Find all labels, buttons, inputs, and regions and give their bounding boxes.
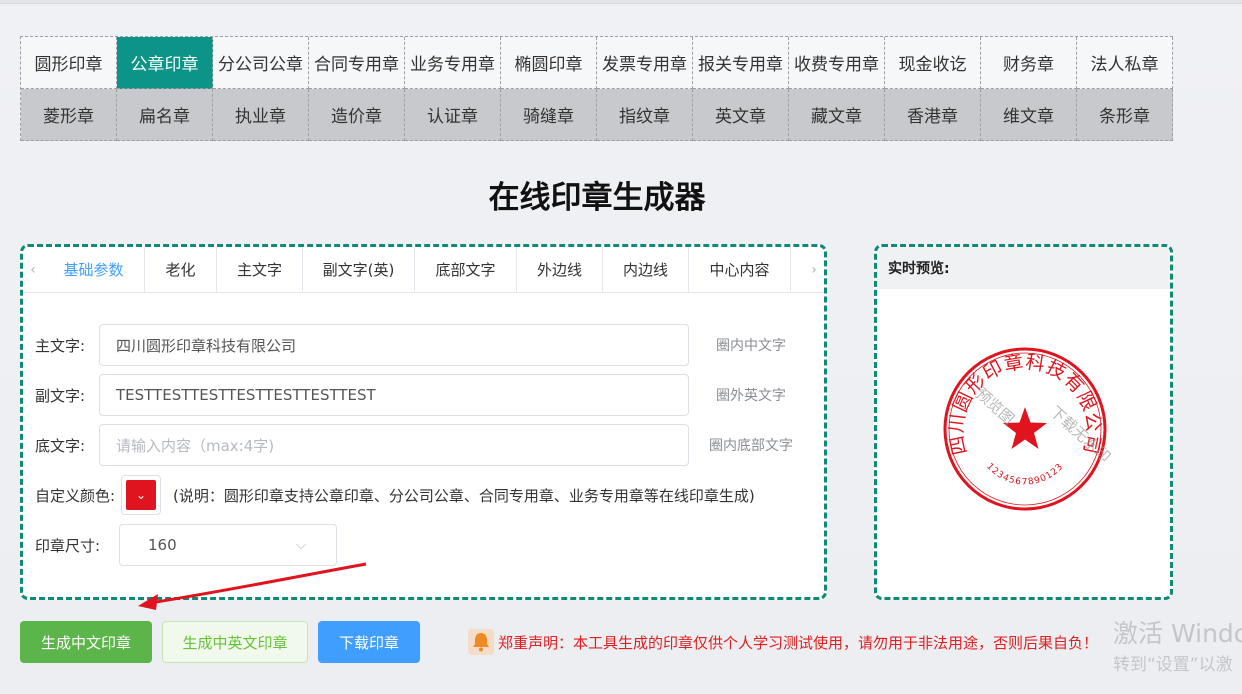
type-official-seal[interactable]: 公章印章 <box>117 37 213 89</box>
bottom-text-input[interactable]: 请输入内容（max:4字) <box>99 424 689 466</box>
download-stamp-button[interactable]: 下载印章 <box>318 621 420 663</box>
type-fingerprint-seal[interactable]: 指纹章 <box>597 89 693 141</box>
type-oval-seal[interactable]: 椭圆印章 <box>501 37 597 89</box>
preview-panel: 实时预览: 四川圆形印章科技有限公司 1234567890123 下载无水印 预… <box>874 244 1173 600</box>
color-note: (说明：圆形印章支持公章印章、分公司公章、合同专用章、业务专用章等在线印章生成) <box>173 486 755 505</box>
size-value: 160 <box>148 536 177 554</box>
disclaimer: 郑重声明：本工具生成的印章仅供个人学习测试使用，请勿用于非法用途，否则后果自负！ <box>468 628 1098 656</box>
main-text-hint: 圈内中文字 <box>716 338 786 354</box>
tab-bar: ‹ 基础参数 老化 主文字 副文字(英) 底部文字 外边线 内边线 中心内容 › <box>23 247 824 293</box>
sub-text-row: 副文字: TESTTESTTESTTESTTESTTESTTEST 圈外英文字 <box>23 374 813 416</box>
generate-chinese-stamp-button[interactable]: 生成中文印章 <box>20 621 152 663</box>
sub-text-label: 副文字: <box>35 386 86 405</box>
type-paging-seal[interactable]: 骑缝章 <box>501 89 597 141</box>
main-text-row: 主文字: 四川圆形印章科技有限公司 圈内中文字 <box>23 324 813 366</box>
type-cash-received[interactable]: 现金收讫 <box>885 37 981 89</box>
sub-text-hint: 圈外英文字 <box>716 388 786 404</box>
tab-inner-border[interactable]: 内边线 <box>603 247 689 292</box>
type-branch-seal[interactable]: 分公司公章 <box>213 37 309 89</box>
tab-outer-border[interactable]: 外边线 <box>517 247 603 292</box>
bottom-text-label: 底文字: <box>35 436 86 455</box>
tab-aging[interactable]: 老化 <box>145 247 217 292</box>
type-contract-seal[interactable]: 合同专用章 <box>309 37 405 89</box>
type-practice-seal[interactable]: 执业章 <box>213 89 309 141</box>
disclaimer-text: 郑重声明：本工具生成的印章仅供个人学习测试使用，请勿用于非法用途，否则后果自负！ <box>498 633 1099 652</box>
preview-watermark-2: 预览图 <box>972 385 1017 428</box>
type-barcode-seal[interactable]: 条形章 <box>1077 89 1173 141</box>
type-business-seal[interactable]: 业务专用章 <box>405 37 501 89</box>
stamp-type-grid: 圆形印章 公章印章 分公司公章 合同专用章 业务专用章 椭圆印章 发票专用章 报… <box>20 36 1173 141</box>
tab-main-text[interactable]: 主文字 <box>217 247 303 292</box>
bell-icon <box>468 629 494 655</box>
windows-activation-line1: 激活 Windo <box>1113 619 1242 648</box>
top-border <box>0 0 1242 4</box>
type-hongkong-seal[interactable]: 香港章 <box>885 89 981 141</box>
type-invoice-seal[interactable]: 发票专用章 <box>597 37 693 89</box>
bottom-text-hint: 圈内底部文字 <box>709 438 793 454</box>
type-fee-seal[interactable]: 收费专用章 <box>789 37 885 89</box>
size-label: 印章尺寸: <box>35 536 101 555</box>
windows-activation-line2: 转到“设置”以激 <box>1113 655 1233 675</box>
tab-bottom-text[interactable]: 底部文字 <box>415 247 517 292</box>
color-label: 自定义颜色: <box>35 486 116 505</box>
type-customs-seal[interactable]: 报关专用章 <box>693 37 789 89</box>
sub-text-input[interactable]: TESTTESTTESTTESTTESTTESTTEST <box>99 374 689 416</box>
tab-next-icon[interactable]: › <box>804 247 824 292</box>
generate-cn-en-stamp-button[interactable]: 生成中英文印章 <box>162 621 308 663</box>
color-row: 自定义颜色: ⌄ (说明：圆形印章支持公章印章、分公司公章、合同专用章、业务专用… <box>23 475 755 515</box>
config-panel: ‹ 基础参数 老化 主文字 副文字(英) 底部文字 外边线 内边线 中心内容 ›… <box>20 244 827 600</box>
tab-center-content[interactable]: 中心内容 <box>689 247 791 292</box>
stamp-preview: 四川圆形印章科技有限公司 1234567890123 下载无水印 预览图 <box>939 343 1114 515</box>
main-text-input[interactable]: 四川圆形印章科技有限公司 <box>99 324 689 366</box>
type-uyghur-seal[interactable]: 维文章 <box>981 89 1077 141</box>
type-round-seal[interactable]: 圆形印章 <box>21 37 117 89</box>
page-title: 在线印章生成器 <box>488 180 706 216</box>
size-row: 印章尺寸: 160 ⌵ <box>23 524 337 566</box>
type-tibetan-seal[interactable]: 藏文章 <box>789 89 885 141</box>
type-legal-person-seal[interactable]: 法人私章 <box>1077 37 1173 89</box>
chevron-down-icon: ⌄ <box>126 480 156 510</box>
main-text-label: 主文字: <box>35 336 86 355</box>
type-english-seal[interactable]: 英文章 <box>693 89 789 141</box>
preview-title: 实时预览: <box>877 247 1170 289</box>
stamp-svg: 四川圆形印章科技有限公司 1234567890123 下载无水印 预览图 <box>943 347 1114 511</box>
type-flat-name-seal[interactable]: 扁名章 <box>117 89 213 141</box>
tab-sub-text[interactable]: 副文字(英) <box>303 247 415 292</box>
chevron-down-icon: ⌵ <box>296 537 306 553</box>
stamp-bottom-numbers: 1234567890123 <box>984 462 1066 488</box>
type-cost-seal[interactable]: 造价章 <box>309 89 405 141</box>
bottom-text-row: 底文字: 请输入内容（max:4字) 圈内底部文字 <box>23 424 813 466</box>
type-certification-seal[interactable]: 认证章 <box>405 89 501 141</box>
size-select[interactable]: 160 ⌵ <box>119 524 337 566</box>
type-diamond-seal[interactable]: 菱形章 <box>21 89 117 141</box>
type-finance-seal[interactable]: 财务章 <box>981 37 1077 89</box>
tab-prev-icon[interactable]: ‹ <box>23 247 43 292</box>
color-picker[interactable]: ⌄ <box>121 475 161 515</box>
tab-basic-params[interactable]: 基础参数 <box>43 247 145 292</box>
